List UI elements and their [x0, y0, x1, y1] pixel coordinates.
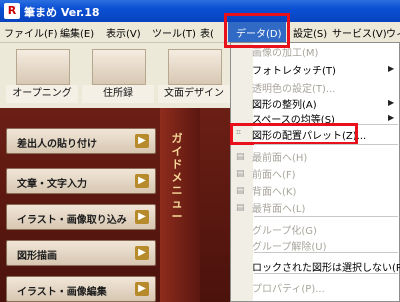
address-book-image — [92, 49, 146, 85]
menu-view[interactable]: 表示(V) — [106, 25, 141, 40]
opening-label: オープニング — [6, 85, 78, 103]
menu-transparent-color[interactable]: 透明色の設定(T)... — [252, 80, 335, 95]
guide-menu-title: ガイドメニュー — [171, 132, 183, 223]
bring-to-front-icon: ▤ — [236, 152, 245, 162]
paste-sender-label: 差出人の貼り付け — [17, 139, 97, 150]
image-edit-button[interactable]: イラスト・画像編集 ▶ — [6, 276, 156, 302]
text-input-button[interactable]: 文章・文字入力 ▶ — [6, 168, 156, 194]
opening-image — [16, 49, 70, 85]
menu-bar: ファイル(F) 編集(E) 表示(V) ツール(T) 表( 設定(S) サービス… — [0, 22, 400, 43]
submenu-arrow-icon: ▶ — [388, 98, 395, 107]
title-bar: R 筆まめ Ver.18 — [0, 0, 400, 22]
menu-lock-select[interactable]: ロックされた図形は選択しない(R) — [252, 259, 400, 274]
menu-file[interactable]: ファイル(F) — [4, 25, 58, 40]
opening-button[interactable]: オープニング — [6, 47, 78, 103]
menu-send-to-back[interactable]: 最背面へ(L) — [252, 200, 305, 215]
image-import-button[interactable]: イラスト・画像取り込み ▶ — [6, 204, 156, 230]
menu-separator — [254, 216, 398, 217]
address-book-button[interactable]: 住所録 — [82, 47, 154, 103]
arrow-right-icon: ▶ — [135, 174, 149, 188]
arrow-right-icon: ▶ — [135, 210, 149, 224]
address-book-label: 住所録 — [82, 85, 154, 103]
arrange-palette-highlight — [230, 123, 358, 145]
menu-window[interactable]: ウィ — [386, 25, 400, 40]
design-image — [168, 49, 222, 85]
menu-group[interactable]: グループ化(G) — [252, 222, 317, 237]
text-input-label: 文章・文字入力 — [17, 179, 87, 190]
app-icon: R — [4, 3, 20, 19]
menu-bring-forward[interactable]: 前面へ(F) — [252, 166, 296, 181]
submenu-arrow-icon: ▶ — [388, 113, 395, 122]
design-label: 文面デザイン — [158, 85, 230, 103]
menu-send-backward[interactable]: 背面へ(K) — [252, 183, 296, 198]
paste-sender-button[interactable]: 差出人の貼り付け ▶ — [6, 128, 156, 154]
menu-edit[interactable]: 編集(E) — [60, 25, 94, 40]
arrow-right-icon: ▶ — [135, 134, 149, 148]
menu-separator — [254, 144, 398, 145]
menu-properties[interactable]: プロパティ(P)... — [252, 280, 325, 295]
menu-service[interactable]: サービス(V) — [332, 25, 387, 40]
toolbar: オープニング 住所録 文面デザイン — [0, 43, 232, 107]
menu-settings[interactable]: 設定(S) — [293, 25, 327, 40]
menu-photo-retouch[interactable]: フォトレタッチ(T) — [252, 62, 336, 77]
image-import-label: イラスト・画像取り込み — [17, 215, 127, 226]
bring-forward-icon: ▤ — [236, 169, 245, 179]
image-edit-label: イラスト・画像編集 — [17, 287, 107, 298]
arrow-right-icon: ▶ — [135, 282, 149, 296]
menu-table[interactable]: 表( — [200, 25, 214, 40]
window-title: 筆まめ Ver.18 — [24, 6, 100, 19]
menu-separator — [254, 252, 398, 253]
menu-align-shapes[interactable]: 図形の整列(A) — [252, 96, 317, 111]
menu-tools[interactable]: ツール(T) — [152, 25, 196, 40]
shape-draw-label: 図形描画 — [17, 251, 57, 262]
menu-ungroup[interactable]: グループ解除(U) — [252, 238, 327, 253]
design-button[interactable]: 文面デザイン — [158, 47, 230, 103]
shape-draw-button[interactable]: 図形描画 ▶ — [6, 240, 156, 266]
data-menu-highlight — [224, 13, 290, 48]
submenu-arrow-icon: ▶ — [388, 64, 395, 73]
menu-separator — [254, 273, 398, 274]
send-to-back-icon: ▤ — [236, 203, 245, 213]
menu-bring-to-front[interactable]: 最前面へ(H) — [252, 149, 307, 164]
send-backward-icon: ▤ — [236, 186, 245, 196]
arrow-right-icon: ▶ — [135, 246, 149, 260]
